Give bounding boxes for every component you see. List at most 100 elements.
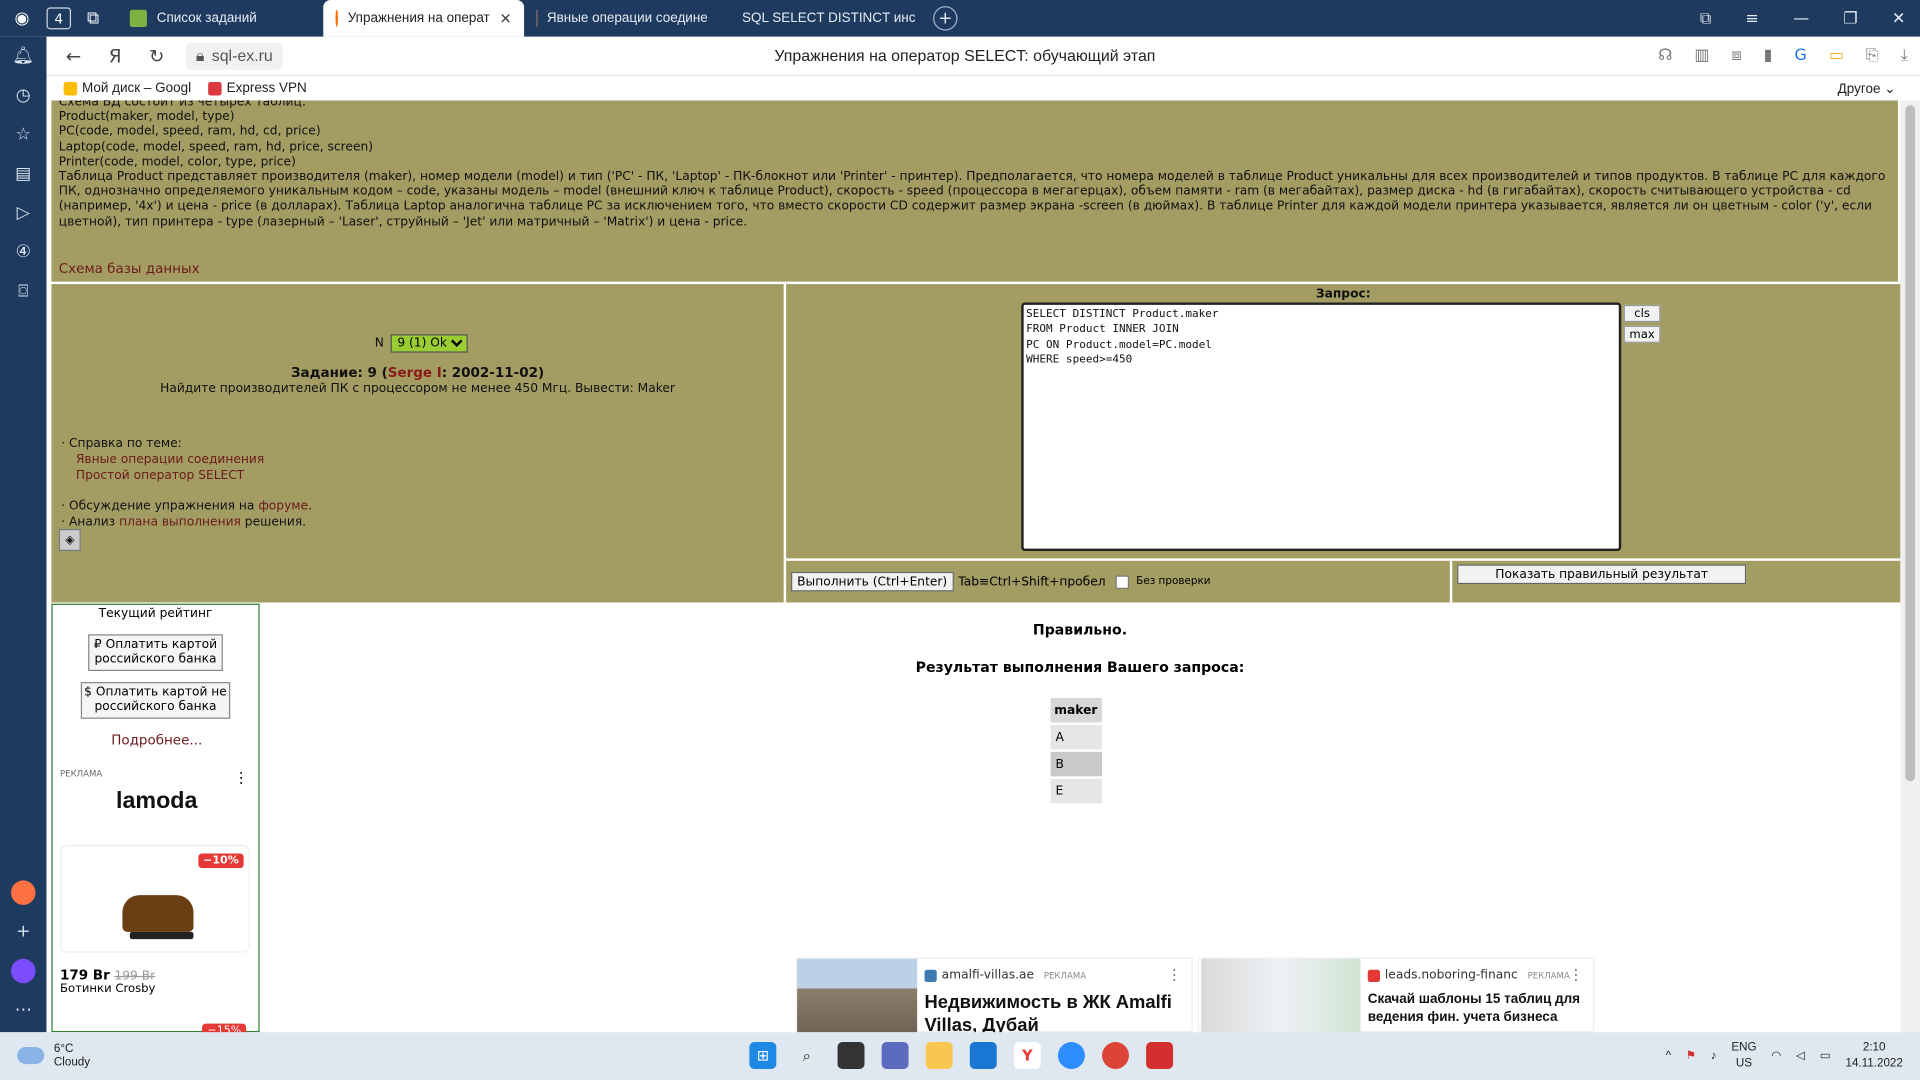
share-icon[interactable]: ⎘ bbox=[1866, 47, 1879, 65]
tab-select-exercises[interactable]: Упражнения на операт ✕ bbox=[323, 0, 525, 37]
no-check-checkbox[interactable] bbox=[1115, 574, 1129, 589]
bookmark-panel-icon[interactable]: ⧉ bbox=[1700, 9, 1711, 27]
windows-start-icon[interactable]: ⊞ bbox=[749, 1042, 777, 1069]
query-textarea[interactable]: SELECT DISTINCT Product.maker FROM Produ… bbox=[1021, 302, 1622, 552]
product-name[interactable]: Ботинки Crosby bbox=[60, 982, 155, 995]
url-field[interactable]: 🔒︎ sql-ex.ru bbox=[186, 42, 283, 70]
desc-line: Схема БД состоит из четырех таблиц: bbox=[58, 100, 306, 109]
address-bar: ← Я ↻ 🔒︎ sql-ex.ru Упражнения на операто… bbox=[46, 36, 1920, 76]
screenshot-icon[interactable]: ⌼ bbox=[11, 279, 35, 303]
wifi-icon[interactable]: ◠ bbox=[1771, 1049, 1781, 1062]
tab-join-operations[interactable]: Явные операции соедине bbox=[524, 0, 720, 37]
headphones-icon[interactable]: ☊ bbox=[1658, 47, 1672, 65]
discount-badge: −10% bbox=[198, 853, 244, 869]
pay-ru-button[interactable]: ₽ Оплатить картой российского банка bbox=[88, 634, 223, 672]
tab-counter-icon[interactable]: 4 bbox=[46, 7, 72, 30]
reload-icon[interactable]: ↻ bbox=[142, 41, 171, 70]
collections-icon[interactable]: ▤ bbox=[11, 162, 35, 186]
battery-icon[interactable]: ▭ bbox=[1829, 47, 1844, 65]
download-icon[interactable]: ⤓ bbox=[1901, 47, 1908, 65]
result-status: Правильно. bbox=[1032, 620, 1128, 638]
table-cell: B bbox=[1050, 751, 1103, 777]
ad-menu-icon[interactable]: ⋮ bbox=[1569, 966, 1584, 983]
ad-menu-icon[interactable]: ⋮ bbox=[1167, 966, 1182, 983]
task-text: Найдите производителей ПК с процессором … bbox=[160, 382, 675, 396]
tab-task-list[interactable]: Список заданий bbox=[118, 0, 324, 37]
star-icon[interactable]: ☆ bbox=[11, 122, 35, 146]
cls-button[interactable]: cls bbox=[1623, 304, 1661, 323]
menu-icon[interactable]: ≡ bbox=[1746, 9, 1759, 27]
pay-foreign-button[interactable]: $ Оплатить картой не российского банка bbox=[80, 682, 231, 719]
add-icon[interactable]: + bbox=[11, 920, 35, 944]
ad-noboring[interactable]: leads.noboring-financ РЕКЛАМА Скачай шабл… bbox=[1197, 957, 1595, 1033]
bookmarks-other[interactable]: Другое ⌄ bbox=[1838, 80, 1896, 96]
store-icon[interactable] bbox=[969, 1042, 997, 1069]
page-scrollbar[interactable] bbox=[1900, 100, 1920, 1033]
yandex-icon[interactable]: Я bbox=[100, 41, 129, 70]
plan-link[interactable]: плана выполнения bbox=[119, 516, 241, 529]
minimize-icon[interactable]: — bbox=[1793, 9, 1809, 27]
lamoda-logo[interactable]: lamoda bbox=[53, 789, 261, 816]
back-icon[interactable]: ← bbox=[59, 41, 88, 70]
folder-icon[interactable] bbox=[925, 1042, 953, 1069]
zoom-icon[interactable] bbox=[1057, 1042, 1085, 1069]
yandex-browser-icon[interactable]: Y bbox=[1013, 1042, 1041, 1069]
language-indicator[interactable]: ENG US bbox=[1731, 1040, 1756, 1072]
teams-icon[interactable] bbox=[881, 1042, 909, 1069]
show-correct-result-button[interactable]: Показать правильный результат bbox=[1457, 564, 1747, 585]
bell-icon[interactable]: 🔔︎ bbox=[11, 44, 35, 68]
reader-icon[interactable]: ▥ bbox=[1694, 47, 1709, 65]
more-icon[interactable]: ⋯ bbox=[11, 998, 35, 1022]
play-icon[interactable]: ▷ bbox=[11, 201, 35, 225]
weather-widget[interactable]: 6°C Cloudy bbox=[17, 1042, 90, 1069]
task-select[interactable]: 9 (1) Ok bbox=[391, 334, 469, 353]
taskbar: 6°C Cloudy ⊞ ⌕ Y ^ ⚑ ♪ ENG US ◠ ◁ ▭ 2:10 1… bbox=[0, 1032, 1920, 1080]
schema-description: Схема БД состоит из четырех таблиц: Prod… bbox=[51, 100, 1898, 282]
tab-sql-distinct[interactable]: SQL SELECT DISTINCT инс bbox=[720, 0, 923, 37]
more-link[interactable]: Подробнее... bbox=[53, 732, 261, 748]
history-icon[interactable]: ◷ bbox=[11, 83, 35, 107]
forum-link[interactable]: форуме bbox=[258, 500, 308, 513]
schema-link[interactable]: Схема базы данных bbox=[59, 261, 1891, 277]
counter-icon[interactable]: ④ bbox=[11, 240, 35, 264]
mic-icon[interactable]: ♪ bbox=[1711, 1049, 1717, 1062]
cloud-icon bbox=[17, 1046, 45, 1065]
alice-icon[interactable] bbox=[11, 958, 36, 984]
tray-apps-icon[interactable]: ⚑ bbox=[1686, 1049, 1696, 1062]
desc-line: Laptop(code, model, speed, ram, hd, pric… bbox=[58, 140, 374, 154]
chrome-icon[interactable] bbox=[1102, 1042, 1129, 1069]
link-simple-select[interactable]: Простой оператор SELECT bbox=[76, 469, 244, 482]
ad-tag: РЕКЛАМА bbox=[1043, 970, 1087, 981]
bookmark-express-vpn[interactable]: Express VPN bbox=[208, 81, 307, 96]
task-view-icon[interactable] bbox=[837, 1042, 865, 1069]
scroll-thumb[interactable] bbox=[1905, 105, 1916, 782]
close-window-icon[interactable]: ✕ bbox=[1892, 9, 1905, 27]
product-card[interactable]: −10% bbox=[60, 844, 250, 953]
clock[interactable]: 2:10 14.11.2022 bbox=[1845, 1040, 1902, 1072]
help-title: · Справка по теме: bbox=[61, 437, 182, 451]
search-icon[interactable]: ⌕ bbox=[793, 1042, 820, 1069]
restore-icon[interactable]: ❐ bbox=[1843, 9, 1857, 27]
ad-amalfi[interactable]: amalfi-villas.ae РЕКЛАМА Недвижимость в Ж… bbox=[795, 957, 1193, 1033]
max-button[interactable]: max bbox=[1623, 325, 1661, 343]
desc-line: Printer(code, model, color, type, price) bbox=[58, 155, 296, 169]
page-content: Схема БД состоит из четырех таблиц: Prod… bbox=[46, 100, 1901, 1033]
run-button[interactable]: Выполнить (Ctrl+Enter) bbox=[791, 571, 954, 592]
extensions-icon[interactable]: ⧈ bbox=[1731, 47, 1741, 65]
tray-chevron-icon[interactable]: ^ bbox=[1666, 1049, 1671, 1062]
bookmark-google-drive[interactable]: Мой диск – Googl bbox=[63, 81, 191, 96]
close-tab-icon[interactable]: ✕ bbox=[500, 10, 512, 27]
result-title: Результат выполнения Вашего запроса: bbox=[915, 658, 1245, 676]
new-tab-button[interactable]: + bbox=[933, 6, 958, 31]
ad-menu-icon[interactable]: ⋮ bbox=[234, 769, 249, 786]
translate-icon[interactable]: G bbox=[1794, 47, 1806, 65]
browser-menu-icon[interactable]: ◉ bbox=[7, 5, 36, 32]
link-join-operations[interactable]: Явные операции соединения bbox=[76, 453, 264, 466]
diamond-icon[interactable]: ◈ bbox=[58, 528, 81, 552]
volume-icon[interactable]: ◁ bbox=[1796, 1049, 1805, 1062]
app-orange-icon[interactable] bbox=[11, 880, 36, 905]
battery-tray-icon[interactable]: ▭ bbox=[1820, 1049, 1831, 1062]
bookmark-icon[interactable]: ▮ bbox=[1764, 47, 1773, 65]
acrobat-icon[interactable] bbox=[1146, 1042, 1174, 1069]
tab-group-icon[interactable]: ⧉ bbox=[78, 5, 107, 32]
